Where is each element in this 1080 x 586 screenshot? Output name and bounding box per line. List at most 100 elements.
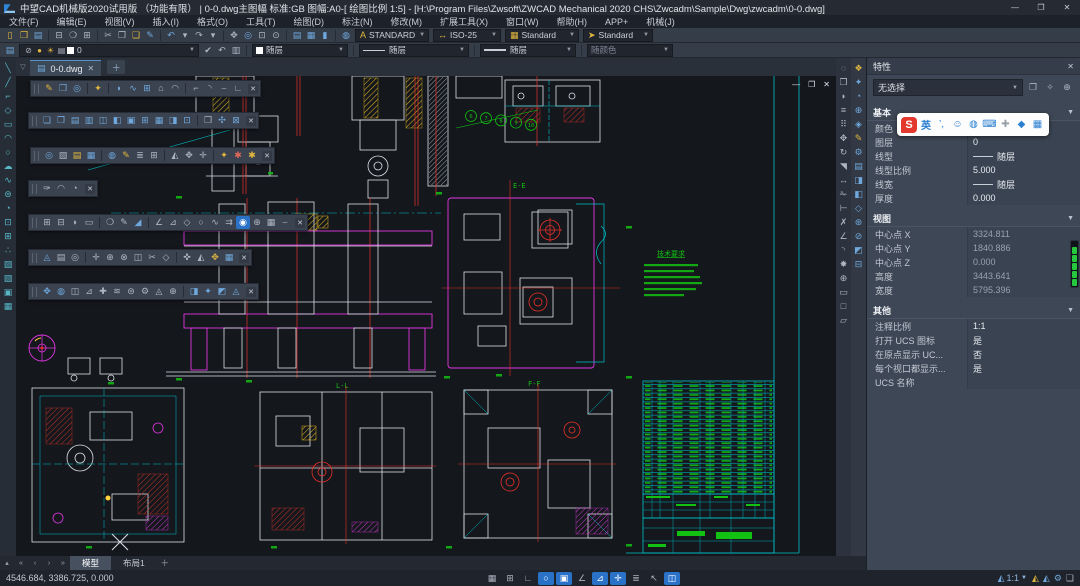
- minimize-button[interactable]: —: [1002, 0, 1028, 15]
- tool-palettes-icon[interactable]: ▮: [318, 29, 332, 42]
- toolbar-icon[interactable]: ◎: [42, 149, 56, 162]
- section-header[interactable]: 其他▼: [867, 303, 1080, 319]
- redo-icon[interactable]: ↷: [192, 29, 206, 42]
- toolbar-icon[interactable]: ◨: [166, 114, 180, 127]
- table-style-combo[interactable]: ▦Standard▼: [505, 29, 579, 42]
- toolbar-icon[interactable]: ⊕: [250, 216, 264, 229]
- pan-icon[interactable]: ✥: [227, 29, 241, 42]
- ellipse-icon[interactable]: ⊜: [1, 187, 15, 201]
- toolbox-icon[interactable]: ✚: [999, 119, 1012, 130]
- tab-close-icon[interactable]: ✕: [88, 64, 95, 73]
- break-icon[interactable]: ✗: [837, 215, 851, 229]
- mech-symbol-icon[interactable]: ✦: [852, 75, 866, 89]
- menu-item[interactable]: 修改(M): [382, 15, 432, 28]
- mech-section-icon[interactable]: ◧: [852, 187, 866, 201]
- toolbar-icon[interactable]: ◨: [187, 285, 201, 298]
- close-icon[interactable]: ✕: [246, 116, 256, 126]
- toolbar-icon[interactable]: ◎: [70, 82, 84, 95]
- text-style-combo[interactable]: ASTANDARD▼: [355, 29, 429, 42]
- mech-hole-icon[interactable]: ⊛: [852, 215, 866, 229]
- layout-tab-model[interactable]: 模型: [70, 556, 111, 570]
- rectangle-icon[interactable]: ▭: [1, 117, 15, 131]
- paste-icon[interactable]: ❑: [129, 29, 143, 42]
- property-value[interactable]: [967, 375, 1080, 389]
- toolbar-icon[interactable]: ⊿: [166, 216, 180, 229]
- toolbar-icon[interactable]: ⊿: [82, 285, 96, 298]
- box-tool-icon[interactable]: □: [837, 299, 851, 313]
- rectangle-tool-icon[interactable]: ▭: [837, 285, 851, 299]
- layout-tab-layout1[interactable]: 布局1: [111, 556, 157, 570]
- mech-titleblock-icon[interactable]: ▤: [852, 159, 866, 173]
- toolbar-icon[interactable]: ✎: [42, 82, 56, 95]
- toggle-pickadd-icon[interactable]: ⊕: [1060, 81, 1074, 94]
- first-layout-icon[interactable]: «: [14, 560, 28, 567]
- toolbar-icon[interactable]: ◫: [96, 114, 110, 127]
- join-icon[interactable]: ⊕: [837, 271, 851, 285]
- lineweight-toggle[interactable]: ≣: [628, 572, 644, 585]
- polar-toggle[interactable]: ∠: [574, 572, 590, 585]
- menu-item[interactable]: 文件(F): [0, 15, 48, 28]
- mech-settings-icon[interactable]: ⚙: [852, 145, 866, 159]
- punctuation-icon[interactable]: ’,: [935, 119, 948, 130]
- toolbar-icon[interactable]: ⊠: [229, 114, 243, 127]
- tracking-toggle[interactable]: ✛: [610, 572, 626, 585]
- publish-icon[interactable]: ⊞: [80, 29, 94, 42]
- toolbar-icon[interactable]: ∿: [126, 82, 140, 95]
- ortho-toggle[interactable]: ∟: [520, 572, 536, 585]
- toolbar-icon[interactable]: ▧: [56, 149, 70, 162]
- close-icon[interactable]: ✕: [1067, 62, 1074, 71]
- toolbar-icon[interactable]: ◠: [168, 82, 182, 95]
- osnap-toggle[interactable]: ○: [538, 572, 554, 585]
- toolbar-grip[interactable]: [34, 84, 39, 94]
- linetype-combo[interactable]: 随层▼: [359, 44, 469, 57]
- toolbar-icon[interactable]: ✥: [208, 251, 222, 264]
- document-tab-active[interactable]: ▤ 0-0.dwg ✕: [30, 60, 101, 77]
- zoom-previous-icon[interactable]: ⊙: [269, 29, 283, 42]
- dim-style-combo[interactable]: ↔ISO-25▼: [433, 29, 501, 42]
- plotstyle-combo[interactable]: 随颜色▼: [587, 44, 673, 57]
- snap-toggle[interactable]: ⊞: [502, 572, 518, 585]
- copy-icon[interactable]: ❐: [115, 29, 129, 42]
- toolbar-icon[interactable]: ◗: [68, 216, 82, 229]
- toolbar-icon[interactable]: ▤: [70, 149, 84, 162]
- property-value[interactable]: 5795.396: [967, 283, 1080, 297]
- make-object-layer-current-icon[interactable]: ✔: [201, 44, 215, 57]
- toolbar-icon[interactable]: ✛: [89, 251, 103, 264]
- toolbar-icon[interactable]: ✦: [217, 149, 231, 162]
- toolbar-icon[interactable]: ⊞: [138, 114, 152, 127]
- toolbar-icon[interactable]: ⊡: [180, 114, 194, 127]
- toolbar-icon[interactable]: ✥: [182, 149, 196, 162]
- toolbar-icon[interactable]: ▤: [68, 114, 82, 127]
- toolbar-icon[interactable]: ✦: [91, 82, 105, 95]
- clean-screen-icon[interactable]: ❏: [1066, 572, 1074, 585]
- color-combo[interactable]: 随层▼: [252, 44, 348, 57]
- toolbar-icon[interactable]: ❐: [54, 114, 68, 127]
- toolbar-icon[interactable]: ◍: [54, 285, 68, 298]
- toolbar-icon[interactable]: ❍: [103, 216, 117, 229]
- properties-palette-icon[interactable]: ▤: [290, 29, 304, 42]
- toolbar-icon[interactable]: ◬: [229, 285, 243, 298]
- toolbar-icon[interactable]: ▦: [84, 149, 98, 162]
- menu-item[interactable]: 标注(N): [333, 15, 382, 28]
- next-layout-icon[interactable]: ›: [42, 560, 56, 567]
- property-value[interactable]: 0: [967, 135, 1080, 149]
- scale-icon[interactable]: ◥: [837, 159, 851, 173]
- hatch-icon[interactable]: ▨: [1, 257, 15, 271]
- toolbar-icon[interactable]: ⊞: [147, 149, 161, 162]
- arc-icon[interactable]: ◠: [1, 131, 15, 145]
- annotation-scale-control[interactable]: ◭ 1:1 ▼: [998, 572, 1027, 585]
- toolbar-icon[interactable]: ○: [194, 216, 208, 229]
- open-file-icon[interactable]: ❒: [17, 29, 31, 42]
- mech-annotate-icon[interactable]: ✎: [852, 131, 866, 145]
- toolbar-icon[interactable]: ◩: [215, 285, 229, 298]
- revcloud-icon[interactable]: ☁: [1, 159, 15, 173]
- toolbar-icon[interactable]: ≋: [110, 285, 124, 298]
- property-value[interactable]: 随层: [967, 177, 1080, 191]
- annotation-autoscale-icon[interactable]: ◭: [1043, 572, 1050, 585]
- toolbar-icon[interactable]: ❒: [56, 82, 70, 95]
- mirror-icon[interactable]: ◗: [837, 89, 851, 103]
- toolbar-icon[interactable]: ⊟: [54, 216, 68, 229]
- property-value[interactable]: 3443.641: [967, 269, 1080, 283]
- close-icon[interactable]: ✕: [248, 84, 258, 94]
- doc-close-icon[interactable]: ✕: [823, 80, 830, 89]
